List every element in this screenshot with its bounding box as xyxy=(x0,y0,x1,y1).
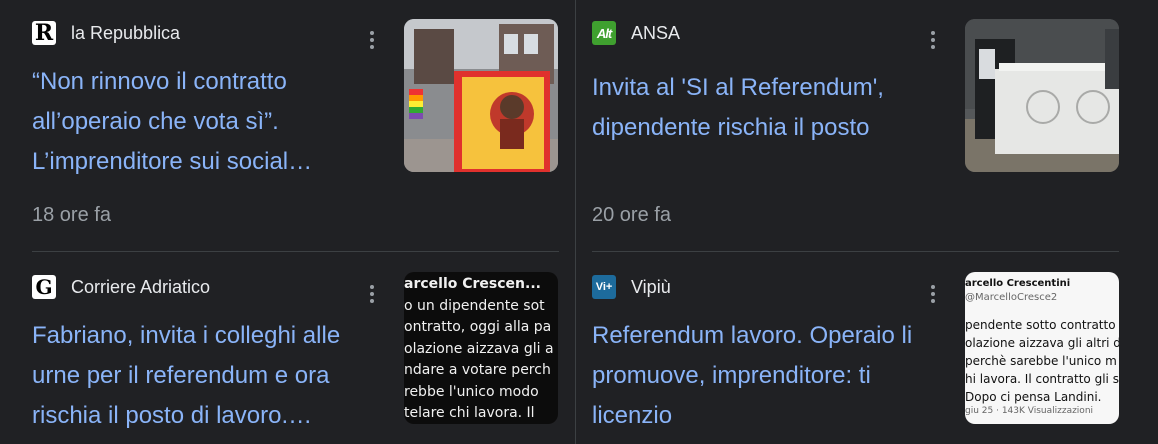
post-line: Dopo ci pensa Landini. xyxy=(965,390,1102,404)
headline-line: promuove, imprenditore: ti xyxy=(592,362,871,389)
post-line: pendente sotto contratto xyxy=(965,318,1116,332)
ansa-logo-icon: Alt xyxy=(592,21,616,45)
article-thumbnail[interactable] xyxy=(965,19,1119,172)
headline[interactable]: Referendum lavoro. Operaio li promuove, … xyxy=(592,316,912,436)
headline-line: urne per il referendum e ora xyxy=(32,362,330,389)
more-options-icon[interactable] xyxy=(362,26,382,54)
column-divider xyxy=(575,0,576,444)
timestamp: 18 ore fa xyxy=(32,204,111,226)
source-name: Corriere Adriatico xyxy=(71,276,211,297)
article-thumbnail[interactable]: arcello Crescen... o un dipendente sot o… xyxy=(404,272,558,424)
post-screenshot-line: rebbe l'unico modo xyxy=(404,383,539,400)
news-card-vipiu[interactable]: Vi+ Vipiù Referendum lavoro. Operaio li … xyxy=(592,272,1119,444)
article-thumbnail[interactable]: arcello Crescentini @MarcelloCresce2 pen… xyxy=(965,272,1119,424)
post-screenshot-line: o un dipendente sot xyxy=(404,297,545,314)
vipiu-logo-icon: Vi+ xyxy=(592,275,616,299)
headline-line: Fabriano, invita i colleghi alle xyxy=(32,322,341,349)
headline-line: licenzio xyxy=(592,402,673,429)
post-screenshot-line: olazione aizzava gli a xyxy=(404,340,554,357)
row-divider xyxy=(32,251,559,252)
source-name: la Repubblica xyxy=(71,22,181,43)
more-options-icon[interactable] xyxy=(923,280,943,308)
post-line: perchè sarebbe l'unico m xyxy=(965,354,1117,368)
post-author-name: arcello Crescentini xyxy=(965,278,1071,289)
post-body: pendente sotto contratto olazione aizzav… xyxy=(965,316,1119,406)
row-divider xyxy=(592,251,1119,252)
post-author-handle: @MarcelloCresce2 xyxy=(965,292,1058,303)
corriere-adriatico-logo-icon: G xyxy=(32,275,56,299)
headline[interactable]: Fabriano, invita i colleghi alle urne pe… xyxy=(32,316,340,436)
headline-line: Invita al 'SI al Referendum', xyxy=(592,74,884,101)
source-row: Vi+ Vipiù xyxy=(592,272,671,302)
headline[interactable]: Invita al 'SI al Referendum', dipendente… xyxy=(592,68,884,148)
headline-line: “Non rinnovo il contratto xyxy=(32,68,287,95)
source-row: G Corriere Adriatico xyxy=(32,272,210,302)
post-line: olazione aizzava gli altri d xyxy=(965,336,1119,350)
source-row: Alt ANSA xyxy=(592,18,680,48)
post-footer: giu 25 · 143K Visualizzazioni xyxy=(965,406,1094,416)
headline[interactable]: “Non rinnovo il contratto all’operaio ch… xyxy=(32,62,312,182)
post-screenshot-line: telare chi lavora. Il xyxy=(404,405,535,421)
article-thumbnail[interactable] xyxy=(404,19,558,172)
headline-line: rischia il posto di lavoro.… xyxy=(32,402,313,429)
more-options-icon[interactable] xyxy=(362,280,382,308)
poster-photo xyxy=(404,19,558,172)
post-line: hi lavora. Il contratto gli s xyxy=(965,372,1119,386)
post-screenshot-line: arcello Crescen... xyxy=(404,276,541,292)
headline-line: L’imprenditore sui social… xyxy=(32,148,313,175)
timestamp: 20 ore fa xyxy=(592,204,671,226)
source-row: R la Repubblica xyxy=(32,18,180,48)
news-card-corriere-adriatico[interactable]: G Corriere Adriatico Fabriano, invita i … xyxy=(32,272,559,444)
post-screenshot-line: ontratto, oggi alla pa xyxy=(404,319,552,335)
headline-line: Referendum lavoro. Operaio li xyxy=(592,322,913,349)
headline-line: all’operaio che vota sì”. xyxy=(32,108,279,135)
post-screenshot-line: ndare a votare perch xyxy=(404,362,551,378)
repubblica-logo-icon: R xyxy=(32,20,56,46)
headline-line: dipendente rischia il posto xyxy=(592,114,870,141)
ballot-box-photo xyxy=(965,19,1119,172)
more-options-icon[interactable] xyxy=(923,26,943,54)
source-name: ANSA xyxy=(631,22,681,43)
news-card-repubblica[interactable]: R la Repubblica “Non rinnovo il contratt… xyxy=(32,18,559,238)
news-card-ansa[interactable]: Alt ANSA Invita al 'SI al Referendum', d… xyxy=(592,18,1119,238)
source-name: Vipiù xyxy=(631,276,671,297)
